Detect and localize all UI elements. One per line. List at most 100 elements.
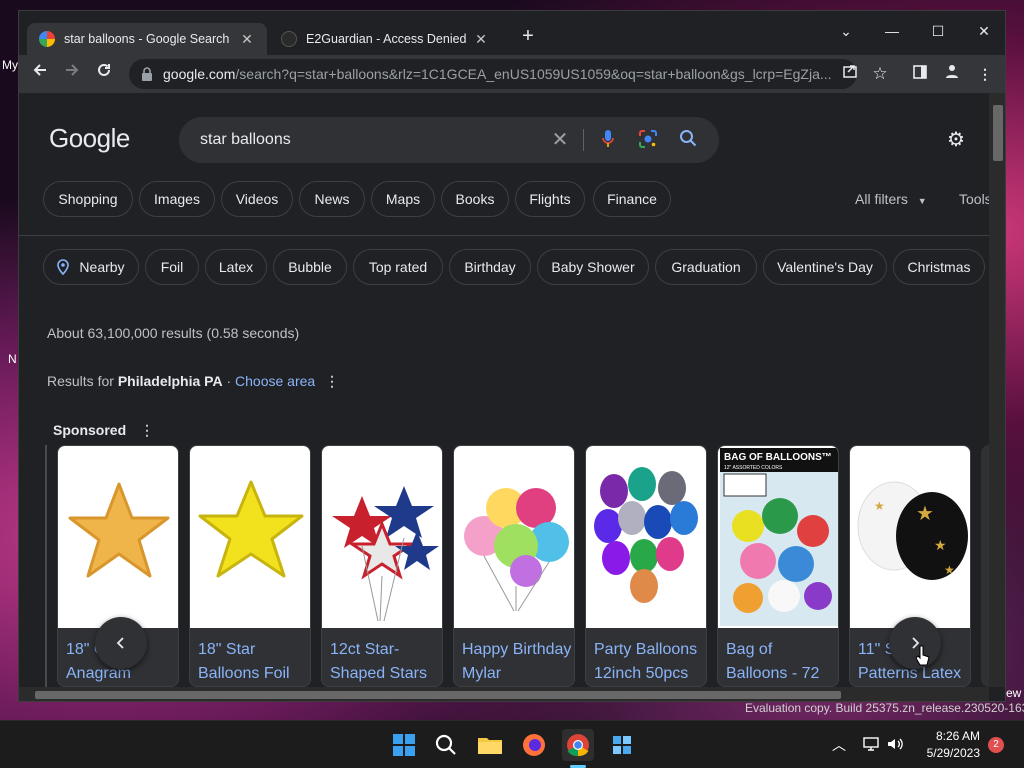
chip-label: Nearby bbox=[79, 259, 125, 275]
scrollbar-thumb[interactable] bbox=[993, 105, 1003, 161]
desktop-icon-label[interactable]: N bbox=[8, 352, 17, 366]
clock[interactable]: 8:26 AM 5/29/2023 bbox=[918, 728, 980, 762]
desktop-icon-label[interactable]: ew bbox=[1006, 686, 1021, 700]
sponsored-text: Sponsored bbox=[53, 422, 127, 438]
url-host: google.com bbox=[163, 66, 236, 82]
product-image[interactable]: ★ ★ ★ ★ bbox=[850, 446, 970, 628]
chip-foil[interactable]: Foil bbox=[145, 249, 199, 285]
sponsored-label: Sponsored ⋮ bbox=[53, 422, 154, 439]
new-tab-button[interactable]: + bbox=[517, 25, 539, 47]
product-title[interactable]: 18" Star Balloons Foil bbox=[198, 638, 308, 686]
product-image[interactable] bbox=[190, 446, 310, 628]
next-card-peek bbox=[981, 445, 989, 687]
all-filters-button[interactable]: All filters ▼ bbox=[855, 191, 927, 207]
chip-baby-shower[interactable]: Baby Shower bbox=[537, 249, 649, 285]
chevron-left-icon bbox=[116, 637, 124, 649]
tab-google-search[interactable]: star balloons - Google Search ✕ bbox=[27, 23, 267, 55]
sponsored-options-icon[interactable]: ⋮ bbox=[140, 422, 154, 438]
microphone-icon[interactable] bbox=[597, 129, 619, 151]
chevron-up-icon[interactable]: ︿ bbox=[832, 735, 846, 755]
browser-window: star balloons - Google Search ✕ E2Guardi… bbox=[18, 10, 1006, 702]
side-panel-icon[interactable] bbox=[909, 63, 931, 85]
product-image[interactable] bbox=[322, 446, 442, 628]
product-card[interactable]: Happy Birthday Mylar bbox=[453, 445, 575, 687]
clock-date: 5/29/2023 bbox=[926, 746, 980, 760]
product-image[interactable]: BAG OF BALLOONS™ 12" ASSORTED COLORS bbox=[718, 446, 838, 628]
tab-search-button[interactable]: ⌄ bbox=[823, 17, 869, 45]
minimize-button[interactable]: — bbox=[869, 17, 915, 45]
chip-graduation[interactable]: Graduation bbox=[655, 249, 757, 285]
product-title[interactable]: 12ct Star-Shaped Stars bbox=[330, 638, 440, 686]
product-card[interactable]: Party Balloons 12inch 50pcs bbox=[585, 445, 707, 687]
chip-christmas[interactable]: Christmas bbox=[893, 249, 985, 285]
tab-finance[interactable]: Finance bbox=[593, 181, 671, 217]
location-options-icon[interactable]: ⋮ bbox=[325, 373, 339, 390]
search-input[interactable]: star balloons ✕ bbox=[179, 117, 719, 163]
taskbar-app-button[interactable] bbox=[606, 729, 638, 761]
choose-area-link[interactable]: Choose area bbox=[235, 373, 315, 389]
firefox-button[interactable] bbox=[518, 729, 550, 761]
settings-gear-icon[interactable]: ⚙ bbox=[945, 129, 967, 151]
product-title[interactable]: Happy Birthday Mylar bbox=[462, 638, 572, 686]
close-window-button[interactable]: ✕ bbox=[961, 17, 1005, 45]
globe-icon bbox=[281, 31, 297, 47]
chrome-button[interactable] bbox=[562, 729, 594, 761]
maximize-button[interactable]: ☐ bbox=[915, 17, 961, 45]
lens-camera-icon[interactable] bbox=[637, 129, 659, 151]
birthday-balloons-icon bbox=[464, 488, 569, 612]
tab-e2guardian[interactable]: E2Guardian - Access Denied ✕ bbox=[269, 23, 501, 55]
chip-nearby[interactable]: Nearby bbox=[43, 249, 139, 285]
lock-icon[interactable] bbox=[141, 67, 153, 81]
carousel-prev-button[interactable] bbox=[95, 617, 147, 669]
vertical-scrollbar[interactable] bbox=[989, 93, 1005, 687]
profile-icon[interactable] bbox=[941, 63, 963, 85]
chip-birthday[interactable]: Birthday bbox=[449, 249, 531, 285]
product-image[interactable] bbox=[586, 446, 706, 628]
chip-latex[interactable]: Latex bbox=[205, 249, 267, 285]
start-button[interactable] bbox=[388, 729, 420, 761]
tab-news[interactable]: News bbox=[299, 181, 365, 217]
svg-text:★: ★ bbox=[934, 538, 947, 554]
bookmark-star-icon[interactable]: ☆ bbox=[869, 63, 891, 85]
url-path: /search?q=star+balloons&rlz=1C1GCEA_enUS… bbox=[235, 66, 832, 82]
product-title[interactable]: Bag of Balloons - 72 bbox=[726, 638, 836, 686]
close-icon[interactable]: ✕ bbox=[239, 31, 255, 48]
product-card[interactable]: 12ct Star-Shaped Stars bbox=[321, 445, 443, 687]
tab-videos[interactable]: Videos bbox=[221, 181, 293, 217]
tab-strip: star balloons - Google Search ✕ E2Guardi… bbox=[19, 11, 1005, 55]
taskbar-search-button[interactable] bbox=[430, 729, 462, 761]
search-icon[interactable] bbox=[677, 129, 699, 151]
share-icon[interactable] bbox=[839, 63, 861, 85]
horizontal-scrollbar[interactable] bbox=[19, 687, 989, 701]
chip-bubble[interactable]: Bubble bbox=[273, 249, 347, 285]
close-icon[interactable]: ✕ bbox=[473, 31, 489, 48]
chip-valentines-day[interactable]: Valentine's Day bbox=[763, 249, 887, 285]
tools-button[interactable]: Tools bbox=[959, 191, 989, 207]
tab-images[interactable]: Images bbox=[139, 181, 215, 217]
tab-maps[interactable]: Maps bbox=[371, 181, 435, 217]
chip-top-rated[interactable]: Top rated bbox=[353, 249, 443, 285]
forward-button[interactable] bbox=[59, 61, 85, 87]
product-card[interactable]: BAG OF BALLOONS™ 12" ASSORTED COLORS Bag… bbox=[717, 445, 839, 687]
address-bar[interactable]: google.com /search?q=star+balloons&rlz=1… bbox=[129, 59, 857, 89]
svg-text:★: ★ bbox=[874, 499, 885, 513]
reload-button[interactable] bbox=[91, 61, 117, 87]
network-icon[interactable] bbox=[862, 735, 880, 758]
file-explorer-button[interactable] bbox=[474, 729, 506, 761]
menu-kebab-icon[interactable]: ⋮ bbox=[974, 63, 996, 85]
tab-books[interactable]: Books bbox=[441, 181, 509, 217]
clear-icon[interactable]: ✕ bbox=[549, 129, 571, 151]
search-results-page: Google star balloons ✕ ⚙ Shopping Images… bbox=[19, 93, 989, 687]
scrollbar-thumb[interactable] bbox=[35, 691, 841, 699]
product-title[interactable]: Party Balloons 12inch 50pcs bbox=[594, 638, 704, 686]
product-card[interactable]: 18" Star Balloons Foil bbox=[189, 445, 311, 687]
tab-flights[interactable]: Flights bbox=[515, 181, 585, 217]
volume-icon[interactable] bbox=[886, 735, 904, 758]
tab-shopping[interactable]: Shopping bbox=[43, 181, 133, 217]
product-image[interactable] bbox=[454, 446, 574, 628]
google-logo[interactable]: Google bbox=[49, 123, 130, 154]
desktop-icon-label[interactable]: My bbox=[2, 58, 18, 72]
back-button[interactable] bbox=[27, 61, 53, 87]
product-image[interactable] bbox=[58, 446, 178, 628]
notification-badge[interactable]: 2 bbox=[988, 737, 1004, 753]
